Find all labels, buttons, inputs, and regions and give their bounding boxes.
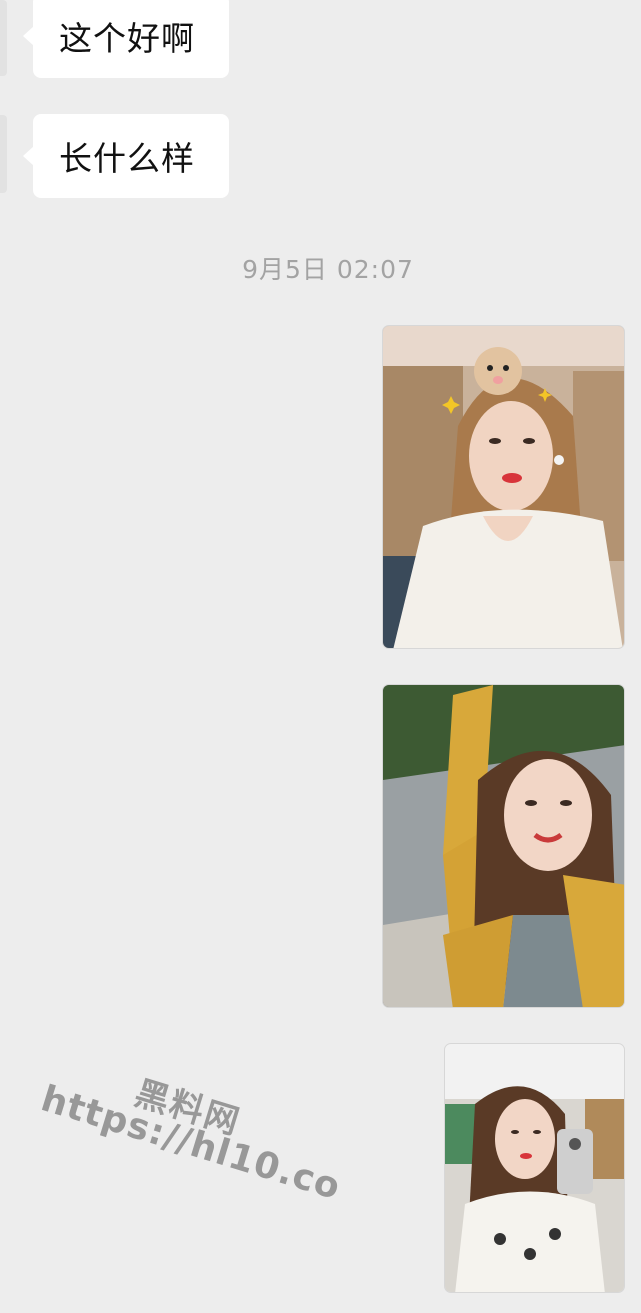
outgoing-photo-message[interactable] [382, 684, 625, 1008]
message-text: 这个好啊 [59, 19, 195, 58]
watermark-url: https://hl10.co [36, 1078, 346, 1209]
chat-area: 这个好啊 长什么样 9月5日 02:07 黑料网 https://hl10.co [0, 0, 641, 1293]
sender-avatar[interactable] [0, 115, 7, 193]
photo-image [383, 685, 624, 1007]
message-text: 长什么样 [59, 139, 195, 178]
sender-avatar[interactable] [0, 0, 7, 76]
watermark: 黑料网 https://hl10.co [4, 1040, 346, 1309]
watermark-title: 黑料网 [130, 1073, 246, 1144]
incoming-message-bubble[interactable]: 长什么样 [23, 114, 229, 198]
outgoing-photo-message[interactable] [444, 1043, 625, 1293]
photo-image [445, 1044, 624, 1292]
outgoing-photo-message[interactable] [382, 325, 625, 649]
incoming-message-bubble[interactable]: 这个好啊 [23, 0, 229, 78]
chat-timestamp: 9月5日 02:07 [242, 255, 414, 284]
photo-image [383, 326, 624, 648]
